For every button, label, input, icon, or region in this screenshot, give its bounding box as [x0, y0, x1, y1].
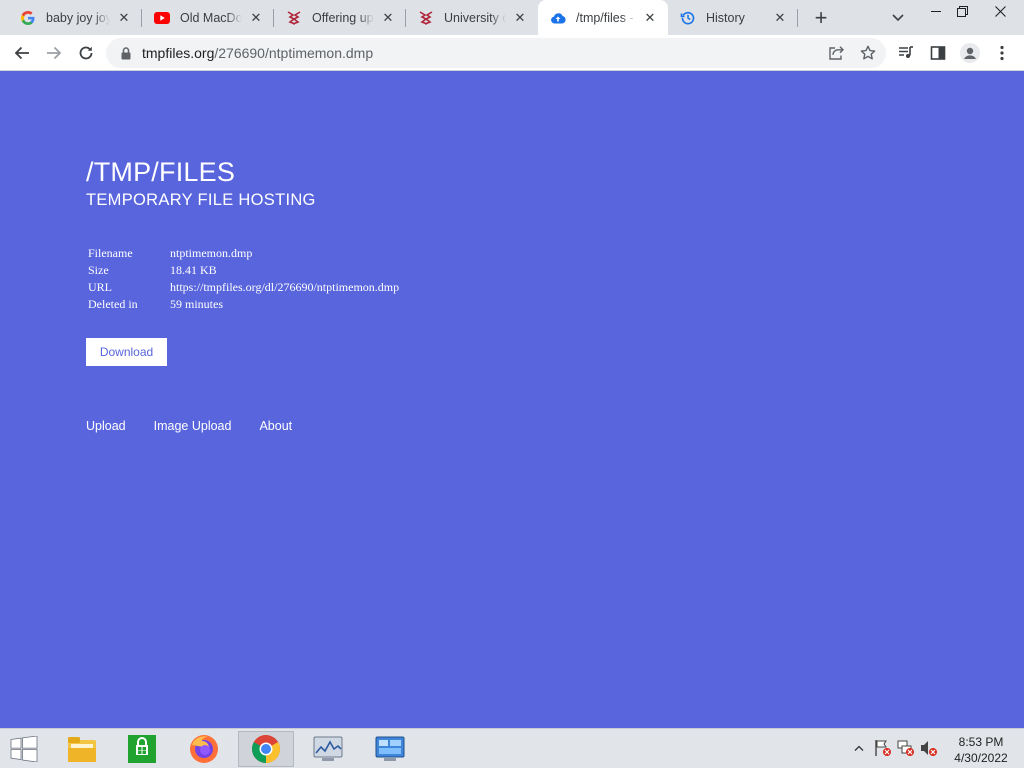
more-vert-icon — [1000, 45, 1004, 61]
close-window-icon[interactable] — [984, 0, 1016, 22]
file-info-table: Filename ntptimemon.dmp Size 18.41 KB UR… — [86, 245, 401, 313]
upload-link[interactable]: Upload — [86, 419, 126, 433]
url-domain: tmpfiles.org — [142, 45, 215, 61]
info-label: Size — [88, 263, 109, 277]
back-button[interactable] — [8, 39, 36, 67]
browser-menu-button[interactable] — [988, 39, 1016, 67]
new-tab-button[interactable]: + — [808, 5, 834, 31]
avatar-icon — [960, 43, 980, 63]
side-panel-button[interactable] — [924, 39, 952, 67]
chrome-icon — [252, 735, 280, 763]
firefox-button[interactable] — [176, 731, 232, 767]
media-control-button[interactable] — [892, 39, 920, 67]
close-tab-icon[interactable]: ✕ — [642, 10, 658, 26]
tab-title: baby joy joy — [46, 10, 110, 25]
taskbar: 8:53 PM 4/30/2022 — [0, 728, 1024, 768]
share-icon[interactable] — [826, 43, 846, 63]
tab-offering-up[interactable]: Offering up ✕ — [274, 0, 406, 35]
show-hidden-icons-icon[interactable] — [850, 739, 868, 757]
info-value: ntptimemon.dmp — [170, 246, 253, 260]
file-explorer-button[interactable] — [54, 731, 110, 767]
history-icon — [680, 10, 696, 26]
start-button[interactable] — [0, 731, 48, 767]
url-path: /276690/ntptimemon.dmp — [214, 45, 374, 61]
university-crest-icon — [286, 10, 302, 26]
close-tab-icon[interactable]: ✕ — [116, 10, 132, 26]
university-crest-icon — [418, 10, 434, 26]
arrow-left-icon — [14, 46, 29, 60]
side-panel-icon — [930, 46, 946, 60]
youtube-icon — [154, 10, 170, 26]
info-label: Deleted in — [88, 297, 138, 311]
tab-tmpfiles[interactable]: /tmp/files - c ✕ — [538, 0, 668, 35]
table-row: Size 18.41 KB — [86, 262, 401, 279]
address-bar[interactable]: tmpfiles.org/276690/ntptimemon.dmp — [106, 38, 886, 68]
tab-old-macdonald[interactable]: Old MacDon ✕ — [142, 0, 274, 35]
volume-muted-icon[interactable] — [920, 739, 938, 757]
url-text[interactable]: tmpfiles.org/276690/ntptimemon.dmp — [142, 45, 373, 61]
info-value: 59 minutes — [170, 297, 223, 311]
reload-button[interactable] — [72, 39, 100, 67]
chrome-button[interactable] — [238, 731, 294, 767]
tab-search-chevron-icon[interactable] — [888, 8, 908, 28]
tab-title: /tmp/files - c — [576, 10, 636, 25]
clock-date: 4/30/2022 — [954, 751, 1008, 765]
queue-music-icon — [899, 46, 913, 58]
network-icon[interactable] — [897, 739, 915, 757]
info-value: 18.41 KB — [170, 263, 217, 277]
performance-monitor-button[interactable] — [300, 731, 356, 767]
browser-toolbar: tmpfiles.org/276690/ntptimemon.dmp — [0, 35, 1024, 71]
footer-nav: Upload Image Upload About — [86, 419, 320, 433]
info-label: Filename — [88, 246, 133, 260]
store-button[interactable] — [114, 731, 170, 767]
tab-title: History — [706, 10, 745, 25]
download-button[interactable]: Download — [86, 338, 167, 366]
google-icon — [20, 10, 36, 26]
control-panel-button[interactable] — [362, 731, 418, 767]
profile-button[interactable] — [956, 39, 984, 67]
tab-university-of[interactable]: University of ✕ — [406, 0, 538, 35]
forward-button[interactable] — [40, 39, 68, 67]
info-value: https://tmpfiles.org/dl/276690/ntptimemo… — [170, 280, 400, 294]
close-tab-icon[interactable]: ✕ — [248, 10, 264, 26]
info-label: URL — [88, 280, 112, 294]
clock-time: 8:53 PM — [958, 735, 1004, 749]
site-subtitle: TEMPORARY FILE HOSTING — [86, 191, 316, 209]
table-row: Filename ntptimemon.dmp — [86, 245, 401, 262]
store-icon — [128, 735, 156, 763]
start-icon — [10, 736, 38, 762]
tab-title: Offering up — [312, 10, 374, 25]
tab-title: University of — [444, 10, 506, 25]
control-panel-icon — [375, 736, 405, 761]
restore-window-icon[interactable] — [946, 0, 978, 22]
tab-title: Old MacDon — [180, 10, 242, 25]
table-row: URL https://tmpfiles.org/dl/276690/ntpti… — [86, 279, 401, 296]
taskbar-clock[interactable]: 8:53 PM 4/30/2022 — [944, 734, 1018, 766]
close-tab-icon[interactable]: ✕ — [772, 10, 788, 26]
site-title: /TMP/FILES — [86, 157, 236, 187]
file-explorer-icon — [68, 737, 96, 762]
lock-icon[interactable] — [120, 46, 132, 60]
firefox-icon — [190, 735, 218, 763]
table-row: Deleted in 59 minutes — [86, 296, 401, 313]
arrow-right-icon — [47, 46, 62, 60]
performance-monitor-icon — [313, 736, 343, 761]
about-link[interactable]: About — [259, 419, 292, 433]
image-upload-link[interactable]: Image Upload — [154, 419, 232, 433]
bookmark-star-icon[interactable] — [858, 43, 878, 63]
close-tab-icon[interactable]: ✕ — [512, 10, 528, 26]
reload-icon — [79, 46, 93, 60]
tab-strip: baby joy joy ✕ Old MacDon ✕ Offering up … — [0, 0, 1024, 35]
action-center-flag-icon[interactable] — [874, 739, 892, 757]
page-content: /TMP/FILES TEMPORARY FILE HOSTING Filena… — [0, 71, 1024, 728]
cloud-upload-icon — [550, 10, 566, 26]
tab-baby-joy-joy[interactable]: baby joy joy ✕ — [8, 0, 142, 35]
close-tab-icon[interactable]: ✕ — [380, 10, 396, 26]
tab-history[interactable]: History ✕ — [668, 0, 798, 35]
